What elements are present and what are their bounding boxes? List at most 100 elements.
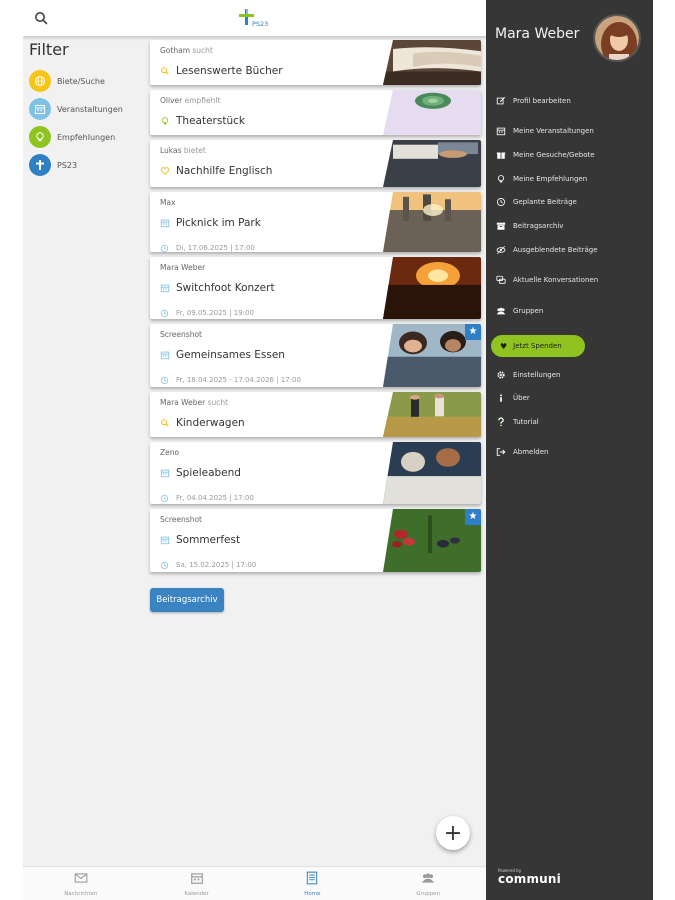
search-icon[interactable] [31,8,51,28]
star-icon[interactable]: ★ [465,324,481,340]
post-author-line: Lukas bietet [160,146,381,155]
nav-item[interactable]: Nachrichten [23,867,139,900]
drawer-menu-item[interactable]: Ausgeblendete Beiträge [496,243,598,257]
post-title: Gemeinsames Essen [176,348,285,361]
post-author: Max [160,198,176,207]
donate-button[interactable]: ♥ Jetzt Spenden [491,335,585,357]
post-card[interactable]: Screenshot Gemeinsames Essen Fr, 18.04.2… [150,324,481,387]
nav-label: Gruppen [416,891,441,897]
post-card[interactable]: Lukas bietet Nachhilfe Englisch [150,140,481,187]
clock-icon [160,238,169,252]
post-date: Fr, 04.04.2025 | 17:00 [176,493,254,502]
avatar[interactable] [593,14,641,62]
post-author-line: Zeno [160,448,381,457]
archive-button[interactable]: Beitragsarchiv [150,588,224,612]
post-author: Gotham [160,46,190,55]
app-screen: PS23 Filter Biete/Suche Veranstaltungen … [23,0,653,900]
post-date: Fr, 09.05.2025 | 19:00 [176,308,254,317]
drawer-menu-label: Ausgeblendete Beiträge [513,246,598,254]
book-photo [383,40,481,85]
filter-item-label: Biete/Suche [57,76,105,86]
drawer-menu-item[interactable]: Meine Veranstaltungen [496,124,594,138]
nav-item[interactable]: Home [255,867,371,900]
post-title: Kinderwagen [176,416,245,429]
search-small-icon [160,61,170,80]
drawer-menu-item[interactable]: Geplante Beiträge [496,195,577,209]
drawer-menu-label: Beitragsarchiv [513,222,564,230]
post-card[interactable]: Gotham sucht Lesenswerte Bücher [150,40,481,85]
calendar-icon [190,870,204,889]
post-card-body: Oliver empfiehlt Theaterstück [160,96,381,130]
drawer-menu-label: Über [513,394,530,402]
filter-item[interactable]: Biete/Suche [29,67,149,95]
family-photo [383,392,481,437]
drawer-menu-label: Gruppen [513,307,544,315]
drawer-menu-item[interactable]: Beitragsarchiv [496,219,563,233]
post-card[interactable]: Oliver empfiehlt Theaterstück [150,90,481,135]
post-card-body: Mara Weber sucht Kinderwagen [160,398,381,432]
post-card-body: Gotham sucht Lesenswerte Bücher [160,46,381,80]
star-icon[interactable]: ★ [465,509,481,525]
group-icon [496,306,506,316]
filter-item-label: Empfehlungen [57,132,116,142]
nav-label: Nachrichten [64,891,98,897]
post-card-body: Zeno Spieleabend Fr, 04.04.2025 | 17:00 [160,448,381,504]
post-title: Picknick im Park [176,216,261,229]
clock-icon [160,303,169,319]
eye-off-icon [496,245,506,255]
lightbulb-icon [496,174,506,184]
post-date: Di, 17.06.2025 | 17:00 [176,243,255,252]
post-author-line: Screenshot [160,515,381,524]
nav-item[interactable]: Gruppen [370,867,486,900]
post-card[interactable]: Screenshot Sommerfest Sa, 15.02.2025 | 1… [150,509,481,572]
drawer-menu-item[interactable]: Tutorial [496,415,539,429]
post-verb: bietet [183,146,206,155]
post-card-body: Mara Weber Switchfoot Konzert Fr, 09.05.… [160,263,381,319]
drawer-menu-item[interactable]: Abmelden [496,445,549,459]
drawer-menu-label: Einstellungen [513,371,561,379]
drawer-menu-item[interactable]: Meine Empfehlungen [496,172,587,186]
drawer-menu-item[interactable]: Aktuelle Konversationen [496,273,598,287]
post-card-body: Max Picknick im Park Di, 17.06.2025 | 17… [160,198,381,252]
post-verb: sucht [207,398,229,407]
filter-item[interactable]: PS23 [29,151,149,179]
filter-item[interactable]: Veranstaltungen [29,95,149,123]
post-card[interactable]: Max Picknick im Park Di, 17.06.2025 | 17… [150,192,481,252]
drawer-menu-label: Abmelden [513,448,549,456]
drawer-menu-label: Profil bearbeiten [513,97,571,105]
drawer-menu-item[interactable]: Profil bearbeiten [496,94,571,108]
post-author-line: Gotham sucht [160,46,381,55]
archive-icon [496,221,506,231]
study-photo [383,140,481,187]
post-card[interactable]: Mara Weber sucht Kinderwagen [150,392,481,437]
nav-item[interactable]: Kalender [139,867,255,900]
lightbulb-icon [29,126,51,148]
app-logo[interactable]: PS23 [235,6,275,32]
add-post-button[interactable]: + [436,816,470,850]
post-verb: sucht [192,46,213,55]
drawer-menu-item[interactable]: Gruppen [496,304,543,318]
plus-icon: + [443,820,463,846]
post-card[interactable]: Mara Weber Switchfoot Konzert Fr, 09.05.… [150,257,481,319]
succulent-photo [383,90,481,135]
drawer-menu-item[interactable]: Über [496,391,530,405]
question-icon [496,417,506,427]
post-title: Spieleabend [176,466,241,479]
post-author: Zeno [160,448,180,457]
filter-panel: Filter Biete/Suche Veranstaltungen Empfe… [29,40,149,179]
post-card[interactable]: Zeno Spieleabend Fr, 04.04.2025 | 17:00 [150,442,481,504]
drawer-menu-item[interactable]: Einstellungen [496,368,560,382]
globe-icon [29,70,51,92]
post-verb: empfiehlt [184,96,221,105]
drawer-menu-label: Meine Veranstaltungen [513,127,594,135]
post-date: Fr, 18.04.2025 - 17.04.2026 | 17:00 [176,375,301,384]
drawer-menu-label: Tutorial [513,418,539,426]
post-author-line: Mara Weber [160,263,381,272]
drawer-menu-item[interactable]: Meine Gesuche/Gebote [496,148,595,162]
drawer-menu-label: Meine Empfehlungen [513,175,588,183]
calendar-icon [160,463,170,482]
brand-name: communi [498,872,561,886]
post-card-body: Lukas bietet Nachhilfe Englisch [160,146,381,180]
post-author-line: Screenshot [160,330,381,339]
filter-item[interactable]: Empfehlungen [29,123,149,151]
